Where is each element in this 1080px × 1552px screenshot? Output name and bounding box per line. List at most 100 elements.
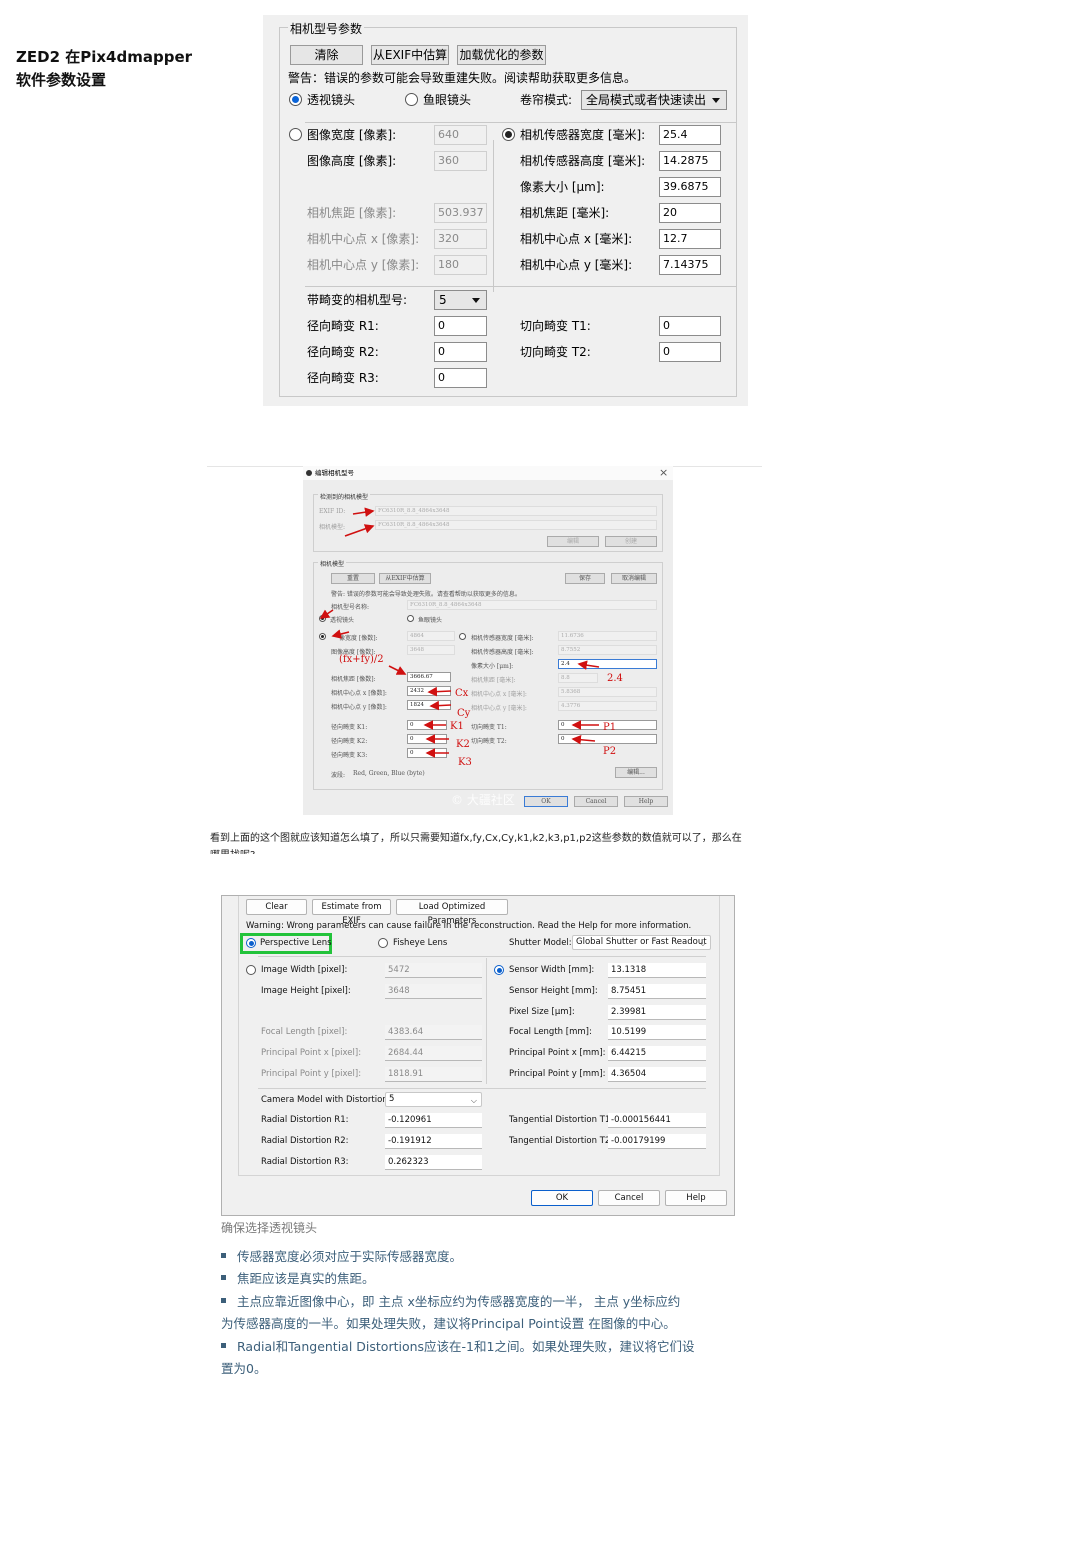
- sensor-width-field[interactable]: 25.4: [659, 125, 721, 145]
- ppy-px-label: Principal Point y [pixel]:: [261, 1069, 362, 1079]
- warning-text: 警告：错误的参数可能会导致重建失败。阅读帮助获取更多信息。: [288, 71, 637, 85]
- r2-label: Radial Distortion R2:: [261, 1136, 349, 1146]
- cy-px-field[interactable]: 180: [434, 255, 487, 275]
- bullet-text: 传感器宽度必须对应于实际传感器宽度。: [237, 1249, 463, 1264]
- image-size-radio[interactable]: [289, 128, 302, 141]
- cy-mm-field[interactable]: 7.14375: [659, 255, 721, 275]
- caption: 确保选择透视镜头: [221, 1221, 318, 1235]
- cancel-button[interactable]: Cancel: [598, 1190, 660, 1206]
- image-width-label: 图像宽度 [像素]:: [307, 128, 397, 142]
- divider: [305, 122, 737, 123]
- bullet-icon: [221, 1253, 226, 1258]
- fisheye-lens-radio[interactable]: [378, 938, 388, 948]
- image-size-radio[interactable]: [246, 965, 256, 975]
- column-divider: [486, 958, 487, 1084]
- bullet-item: Radial和Tangential Distortions应该在-1和1之间。如…: [221, 1336, 741, 1358]
- clear-button[interactable]: 清除: [290, 45, 363, 65]
- r3-field[interactable]: 0.262323: [385, 1155, 482, 1170]
- t2-field[interactable]: 0: [659, 342, 721, 362]
- sensor-height-field[interactable]: 14.2875: [659, 151, 721, 171]
- clear-button[interactable]: Clear: [246, 899, 307, 915]
- help-button[interactable]: Help: [665, 1190, 727, 1206]
- sensor-size-radio[interactable]: [494, 965, 504, 975]
- ppy-px-field[interactable]: 1818.91: [385, 1067, 482, 1082]
- bullet-text: Radial和Tangential Distortions应该在-1和1之间。如…: [237, 1339, 695, 1354]
- description-text-cut: 哪里找呢?: [210, 849, 290, 854]
- ppx-px-field[interactable]: 2684.44: [385, 1046, 482, 1061]
- fisheye-lens-label: 鱼眼镜头: [423, 93, 472, 107]
- edit-camera-model-dialog: 编辑相机型号 检测到的相机模型 EXIF ID: FC6310R_8.8_486…: [303, 466, 673, 815]
- estimate-exif-button[interactable]: 从EXIF中估算: [371, 45, 449, 65]
- camera-model-params-dialog-en: Clear Estimate from EXIF Load Optimized …: [221, 895, 735, 1216]
- sensor-height-field[interactable]: 8.75451: [608, 984, 706, 999]
- focal-px-field[interactable]: 503.937: [434, 203, 487, 223]
- t1-field[interactable]: 0: [659, 316, 721, 336]
- focal-px-field[interactable]: 4383.64: [385, 1025, 482, 1040]
- perspective-lens-radio[interactable]: [246, 938, 256, 948]
- image-width-field[interactable]: 5472: [385, 963, 482, 978]
- bullet-icon: [221, 1275, 226, 1280]
- r2-field[interactable]: -0.191912: [385, 1134, 482, 1149]
- focal-mm-field[interactable]: 10.5199: [608, 1025, 706, 1040]
- focal-mm-label: 相机焦距 [毫米]:: [520, 206, 610, 220]
- distortion-model-select[interactable]: 5: [434, 290, 487, 310]
- distortion-model-select[interactable]: 5 ⌵: [385, 1092, 482, 1107]
- cx-px-field[interactable]: 320: [434, 229, 487, 249]
- image-height-field[interactable]: 3648: [385, 984, 482, 999]
- focal-mm-field[interactable]: 20: [659, 203, 721, 223]
- image-width-label: Image Width [pixel]:: [261, 965, 348, 975]
- cy-mm-label: 相机中心点 y [毫米]:: [520, 258, 633, 272]
- image-height-field[interactable]: 360: [434, 151, 487, 171]
- pixel-size-label: 像素大小 [μm]:: [520, 180, 605, 194]
- divider: [258, 956, 706, 957]
- bullet-item: 传感器宽度必须对应于实际传感器宽度。: [221, 1246, 741, 1268]
- perspective-lens-label: Perspective Lens: [260, 938, 332, 948]
- annotation-arrows: [319, 507, 600, 758]
- load-optimized-button[interactable]: Load Optimized Parameters: [396, 899, 508, 926]
- distortion-model-value: 5: [389, 1094, 395, 1104]
- ppx-mm-label: Principal Point x [mm]:: [509, 1048, 606, 1058]
- fisheye-lens-radio[interactable]: [405, 93, 418, 106]
- r1-field[interactable]: 0: [434, 316, 487, 336]
- bullet-icon: [221, 1343, 226, 1348]
- bullet-item: 主点应靠近图像中心，即 主点 x坐标应约为传感器宽度的一半， 主点 y坐标应约: [221, 1291, 741, 1313]
- focal-px-label: 相机焦距 [像素]:: [307, 206, 397, 220]
- pixel-size-field[interactable]: 39.6875: [659, 177, 721, 197]
- bullet-continuation: 为传感器高度的一半。如果处理失败，建议将Principal Point设置 在图…: [221, 1316, 676, 1331]
- warning-text: Warning: Wrong parameters can cause fail…: [246, 921, 692, 931]
- sensor-width-field[interactable]: 13.1318: [608, 963, 706, 978]
- r2-field[interactable]: 0: [434, 342, 487, 362]
- page-title: ZED2 在Pix4dmapper软件参数设置: [16, 48, 193, 89]
- cx-mm-field[interactable]: 12.7: [659, 229, 721, 249]
- ppy-mm-field[interactable]: 4.36504: [608, 1067, 706, 1082]
- cx-px-label: 相机中心点 x [像素]:: [307, 232, 420, 246]
- r3-field[interactable]: 0: [434, 368, 487, 388]
- divider: [305, 286, 737, 287]
- estimate-exif-button[interactable]: Estimate from EXIF: [312, 899, 391, 926]
- group-legend: 相机型号参数: [288, 20, 365, 37]
- perspective-lens-label: 透视镜头: [307, 93, 356, 107]
- pixel-size-field[interactable]: 2.39981: [608, 1005, 706, 1020]
- bullet-text: 主点应靠近图像中心，即 主点 x坐标应约为传感器宽度的一半， 主点 y坐标应约: [237, 1294, 681, 1309]
- close-icon[interactable]: ×: [659, 466, 668, 479]
- load-optimized-button[interactable]: 加载优化的参数: [457, 45, 546, 65]
- sensor-size-radio[interactable]: [502, 128, 515, 141]
- ppx-mm-field[interactable]: 6.44215: [608, 1046, 706, 1061]
- r1-label: 径向畸变 R1:: [307, 319, 379, 333]
- t1-field[interactable]: -0.000156441: [608, 1113, 706, 1128]
- r1-field[interactable]: -0.120961: [385, 1113, 482, 1128]
- t2-field[interactable]: -0.00179199: [608, 1134, 706, 1149]
- ok-button[interactable]: OK: [531, 1190, 593, 1206]
- t1-label: Tangential Distortion T1:: [509, 1115, 614, 1125]
- shutter-select[interactable]: 全局模式或者快速读出: [581, 90, 727, 110]
- pixel-size-label: Pixel Size [μm]:: [509, 1007, 575, 1017]
- shutter-select[interactable]: Global Shutter or Fast Readout ⌵: [572, 935, 711, 950]
- image-width-field[interactable]: 640: [434, 125, 487, 145]
- t1-label: 切向畸变 T1:: [520, 319, 591, 333]
- perspective-lens-radio[interactable]: [289, 93, 302, 106]
- chevron-down-icon: ⌵: [470, 1096, 477, 1105]
- t2-label: Tangential Distortion T2:: [509, 1136, 614, 1146]
- description-text: 看到上面的这个图就应该知道怎么填了，所以只需要知道fx,fy,Cx,Cy,k1,…: [210, 833, 742, 844]
- r3-label: Radial Distortion R3:: [261, 1157, 349, 1167]
- distortion-model-label: Camera Model with Distortions:: [261, 1095, 395, 1105]
